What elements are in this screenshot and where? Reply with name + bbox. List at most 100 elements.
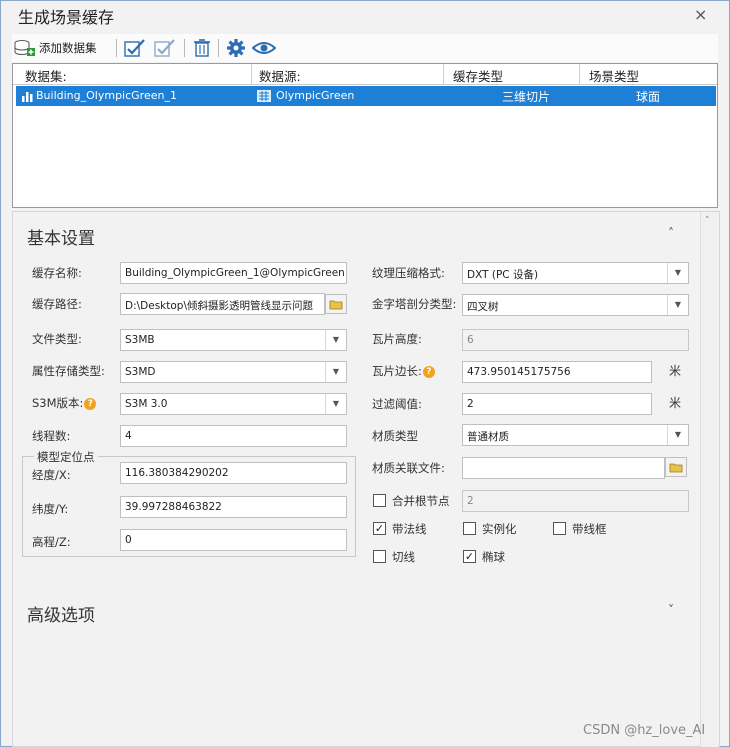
model-dataset-icon xyxy=(22,92,33,102)
row-scene-type: 球面 xyxy=(636,90,661,104)
material-value: 普通材质 xyxy=(467,431,509,443)
add-dataset-label: 添加数据集 xyxy=(39,41,97,55)
merge-root-checkbox[interactable] xyxy=(373,494,386,507)
lon-input[interactable]: 116.380384290202 xyxy=(120,462,347,484)
filter-input[interactable]: 2 xyxy=(462,393,652,415)
filter-unit: 米 xyxy=(669,396,682,410)
ellipsoid-label: 椭球 xyxy=(482,550,505,564)
collapse-icon[interactable]: ˄ xyxy=(668,226,674,240)
add-dataset-button[interactable]: 添加数据集 xyxy=(14,38,97,58)
pyramid-value: 四叉树 xyxy=(467,301,499,313)
tile-height-input: 6 xyxy=(462,329,689,351)
tile-edge-unit: 米 xyxy=(669,364,682,378)
help-icon[interactable]: ? xyxy=(422,365,435,378)
row-datasource: OlympicGreen xyxy=(276,89,355,102)
material-select[interactable]: 普通材质 ▼ xyxy=(462,424,689,446)
select-all-button[interactable] xyxy=(124,38,146,58)
attr-store-label: 属性存储类型: xyxy=(32,364,105,378)
lat-input[interactable]: 39.997288463822 xyxy=(120,496,347,518)
trash-icon xyxy=(194,39,210,57)
cache-name-input[interactable]: Building_OlympicGreen_1@OlympicGreen xyxy=(120,262,347,284)
add-dataset-icon xyxy=(14,40,35,56)
cache-path-input[interactable]: D:\Desktop\倾斜摄影透明管线显示问题 xyxy=(120,293,325,315)
eye-icon xyxy=(252,42,276,54)
tile-edge-input[interactable]: 473.950145175756 xyxy=(462,361,652,383)
advanced-title[interactable]: 高级选项 xyxy=(27,601,95,626)
gear-icon xyxy=(227,39,245,57)
tile-edge-label: 瓦片边长: xyxy=(372,364,422,378)
normal-checkbox[interactable]: ✓ xyxy=(373,522,386,535)
table-row[interactable]: Building_OlympicGreen_1 OlympicGreen 三维切… xyxy=(16,86,716,106)
scrollbar[interactable]: ˄ xyxy=(700,212,718,747)
chevron-down-icon: ▼ xyxy=(667,425,688,445)
chevron-down-icon: ▼ xyxy=(667,295,688,315)
instance-checkbox[interactable] xyxy=(463,522,476,535)
browse-material-button[interactable] xyxy=(665,457,687,477)
chevron-down-icon: ▼ xyxy=(325,330,346,350)
grid-header: 数据集: 数据源: 缓存类型 场景类型 xyxy=(13,64,717,85)
material-file-input[interactable] xyxy=(462,457,665,479)
expand-icon[interactable]: ˅ xyxy=(668,603,674,617)
header-scene-type[interactable]: 场景类型 xyxy=(589,66,639,85)
wireframe-checkbox[interactable] xyxy=(553,522,566,535)
invert-select-button[interactable] xyxy=(154,38,176,58)
tile-height-label: 瓦片高度: xyxy=(372,332,422,346)
lon-label: 经度/X: xyxy=(32,468,71,482)
row-dataset: Building_OlympicGreen_1 xyxy=(36,89,177,102)
cache-path-label: 缓存路径: xyxy=(32,297,82,311)
filter-label: 过滤阈值: xyxy=(372,397,422,411)
header-dataset[interactable]: 数据集: xyxy=(25,66,67,85)
browse-path-button[interactable] xyxy=(325,294,347,314)
s3m-version-value: S3M 3.0 xyxy=(125,398,168,410)
merge-root-label: 合并根节点 xyxy=(392,494,450,508)
s3m-version-select[interactable]: S3M 3.0 ▼ xyxy=(120,393,347,415)
attr-store-value: S3MD xyxy=(125,366,156,378)
delete-button[interactable] xyxy=(192,38,212,58)
tile-edge-label-row: 瓦片边长:? xyxy=(372,363,435,379)
anchor-point-legend: 模型定位点 xyxy=(34,449,98,465)
elev-label: 高程/Z: xyxy=(32,535,71,549)
dataset-grid: 数据集: 数据源: 缓存类型 场景类型 Building_OlympicGree… xyxy=(12,63,718,208)
settings-button[interactable] xyxy=(226,38,246,58)
threads-label: 线程数: xyxy=(32,429,71,443)
preview-button[interactable] xyxy=(252,38,276,58)
material-label: 材质类型 xyxy=(372,429,418,443)
select-all-icon xyxy=(124,39,145,57)
file-type-label: 文件类型: xyxy=(32,332,82,346)
tangent-label: 切线 xyxy=(392,550,415,564)
header-datasource[interactable]: 数据源: xyxy=(259,66,301,85)
row-cache-type: 三维切片 xyxy=(502,90,551,104)
lat-label: 纬度/Y: xyxy=(32,502,69,516)
tangent-checkbox[interactable] xyxy=(373,550,386,563)
normal-label: 带法线 xyxy=(392,522,427,536)
close-icon[interactable]: × xyxy=(694,5,707,24)
material-file-label: 材质关联文件: xyxy=(372,461,445,475)
chevron-down-icon: ▼ xyxy=(325,394,346,414)
file-type-value: S3MB xyxy=(125,334,155,346)
chevron-down-icon: ▼ xyxy=(325,362,346,382)
scroll-up-icon[interactable]: ˄ xyxy=(705,216,710,226)
attr-store-select[interactable]: S3MD ▼ xyxy=(120,361,347,383)
threads-input[interactable]: 4 xyxy=(120,425,347,447)
texture-label: 纹理压缩格式: xyxy=(372,266,445,280)
basic-settings-title: 基本设置 xyxy=(27,229,95,249)
s3m-version-label-row: S3M版本:? xyxy=(32,395,97,411)
texture-select[interactable]: DXT (PC 设备) ▼ xyxy=(462,262,689,284)
ellipsoid-checkbox[interactable]: ✓ xyxy=(463,550,476,563)
pyramid-select[interactable]: 四叉树 ▼ xyxy=(462,294,689,316)
help-icon[interactable]: ? xyxy=(84,397,97,410)
cache-name-label: 缓存名称: xyxy=(32,266,82,280)
elev-input[interactable]: 0 xyxy=(120,529,347,551)
watermark: CSDN @hz_love_AI xyxy=(583,723,706,738)
folder-icon xyxy=(669,463,683,472)
pyramid-label: 金字塔剖分类型: xyxy=(372,297,457,311)
texture-value: DXT (PC 设备) xyxy=(467,269,539,281)
invert-select-icon xyxy=(154,39,175,57)
dialog-title: 生成场景缓存 xyxy=(18,8,115,27)
file-type-select[interactable]: S3MB ▼ xyxy=(120,329,347,351)
header-cache-type[interactable]: 缓存类型 xyxy=(453,66,503,85)
instance-label: 实例化 xyxy=(482,522,517,536)
datasource-icon xyxy=(257,90,271,102)
folder-icon xyxy=(329,300,343,309)
s3m-version-label: S3M版本: xyxy=(32,396,84,410)
